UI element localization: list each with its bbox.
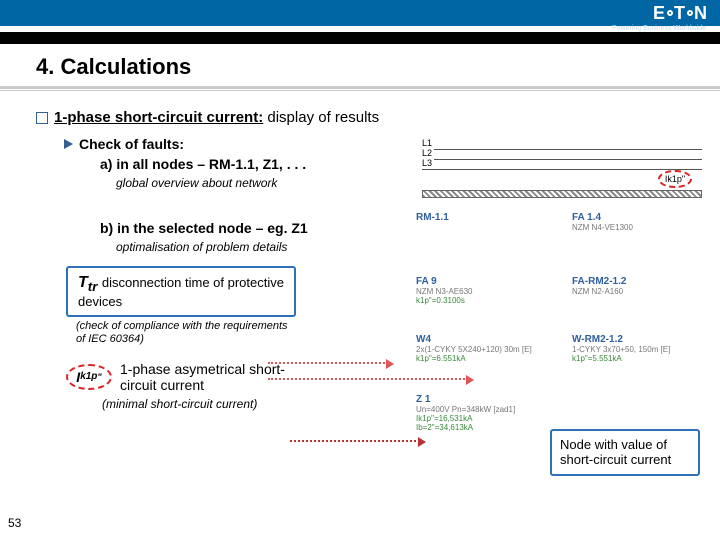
node-z1: Z 1: [416, 394, 515, 405]
node-z1-ib: Ib=2"=34,613kA: [416, 423, 515, 432]
node-rm11: RM-1.1: [416, 212, 449, 223]
node-wrm-sub: 1-CYKY 3x70+50, 150m [E]: [572, 345, 670, 354]
brand-tagline: Powering Business Worldwide: [0, 25, 720, 32]
ik-min: (minimal short-circuit current): [102, 397, 700, 411]
node-z1-ik: Ik1p"=16,531kA: [416, 414, 515, 423]
node-w4-sub: 2x(1-CYKY 5X240+120) 30m [E]: [416, 345, 532, 354]
slide-title: 4. Calculations: [0, 44, 720, 84]
node-farm-sub: NZM N2-A160: [572, 287, 626, 296]
ik-row: Ik1p" 1-phase asymetrical short-circuit …: [66, 361, 700, 393]
ik-oval: Ik1p": [66, 364, 112, 390]
check-faults-label: Check of faults:: [79, 136, 184, 152]
node-fa9: FA 9: [416, 276, 472, 287]
node-w4-kp: k1p"=6.551kA: [416, 354, 532, 363]
divider: [0, 90, 720, 91]
ik-sub: k1p: [80, 371, 97, 382]
heading-underline: 1-phase short-circuit current:: [54, 109, 263, 126]
arrow-ik: [290, 440, 420, 442]
heading-row: 1-phase short-circuit current: display o…: [36, 109, 700, 126]
ik-text: 1-phase asymetrical short-circuit curren…: [120, 361, 320, 393]
ttr-box: Ttr disconnection time of protective dev…: [66, 266, 296, 317]
black-bar: [0, 32, 720, 44]
ik-sup: ": [97, 372, 101, 382]
ttr-check: (check of compliance with the requiremen…: [76, 320, 296, 346]
brand-logo: ETN: [653, 3, 708, 24]
arrow-ttr-1: [268, 362, 388, 364]
node-fa9-kp: k1p"=0.3100s: [416, 296, 472, 305]
heading-rest: display of results: [263, 109, 379, 126]
ttr-text: disconnection time of protective devices: [78, 275, 284, 309]
page-number: 53: [8, 516, 21, 530]
note-a: global overview about network: [116, 176, 700, 190]
node-fa9-sub: NZM N3-AE630: [416, 287, 472, 296]
node-z1-un: Un=400V Pn=348kW [zad1]: [416, 405, 515, 414]
ttr-sym: T: [78, 274, 88, 291]
ik-top-oval: Ik1p": [658, 170, 692, 188]
triangle-bullet-icon: [64, 139, 73, 149]
note-b: optimalisation of problem details: [116, 240, 700, 254]
heading-text: 1-phase short-circuit current: display o…: [54, 109, 379, 126]
node-w4: W4: [416, 334, 532, 345]
arrow-ttr-2: [268, 378, 468, 380]
node-value-box: Node with value of short-circuit current: [550, 429, 700, 476]
ttr-symbol: Ttr: [78, 274, 102, 291]
divider: [0, 86, 720, 89]
node-wrm-kp: k1p"=5.551kA: [572, 354, 670, 363]
phase-lines: L1 L2 L3: [422, 140, 702, 170]
node-fa14-sub: NZM N4-VE1300: [572, 223, 633, 232]
phase-l3: L3: [422, 158, 434, 168]
header-bar: ETN: [0, 0, 720, 26]
node-farm: FA-RM2-1.2: [572, 276, 626, 287]
square-bullet-icon: [36, 112, 48, 124]
phase-l2: L2: [422, 148, 434, 158]
ttr-sub: tr: [88, 279, 98, 294]
node-wrm: W-RM2-1.2: [572, 334, 670, 345]
node-fa14: FA 1.4: [572, 212, 633, 223]
busbar: [422, 190, 702, 198]
phase-l1: L1: [422, 138, 434, 148]
